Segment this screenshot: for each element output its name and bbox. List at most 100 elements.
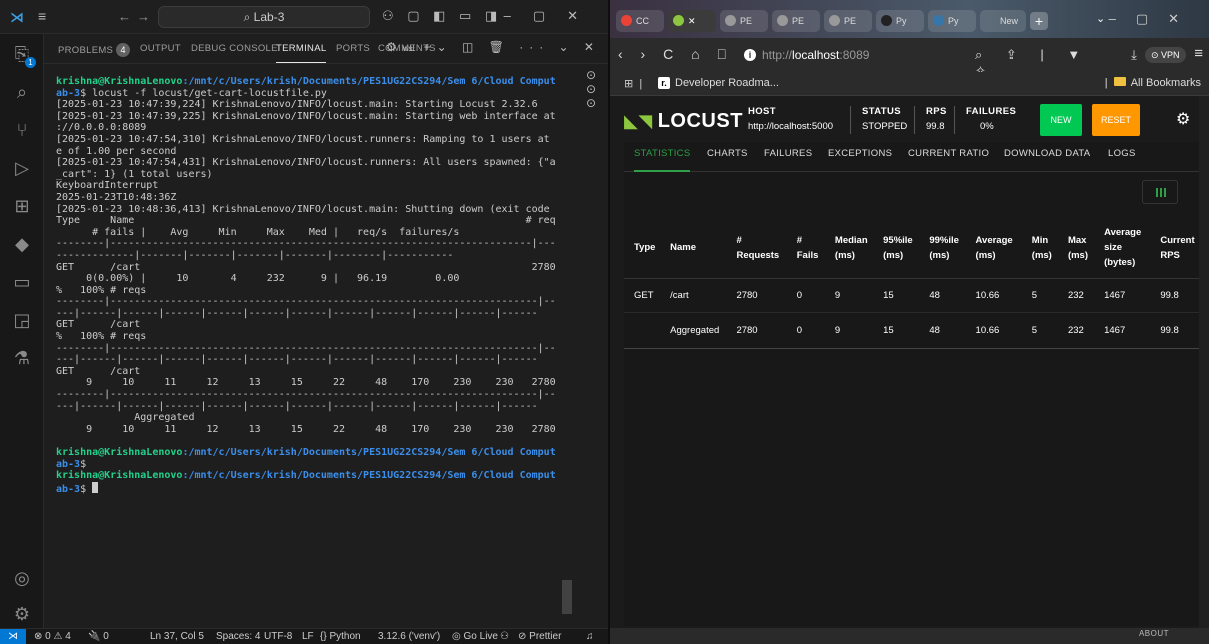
tab-charts[interactable]: CHARTS [707,148,748,159]
browser-tab[interactable]: PE [772,10,820,32]
about-link[interactable]: ABOUT [1139,629,1169,638]
hamburger-menu-icon[interactable]: ≡ [38,8,46,24]
tab-problems[interactable]: PROBLEMS 4 [58,43,131,57]
site-info-icon[interactable]: i [744,49,756,61]
accounts-icon[interactable]: ◎ [10,566,34,590]
settings-gear-icon[interactable]: ⚙ [10,602,34,626]
col-header[interactable]: Average size (bytes) [1094,218,1151,279]
run-debug-icon[interactable]: ▷ [10,156,34,180]
all-bookmarks-button[interactable]: | All Bookmarks [1105,77,1201,89]
panel-actions[interactable]: ⚙wsl +⌄ ◫ 🗑 ··· ⌄ ✕ [386,40,600,54]
new-test-button[interactable]: NEW [1040,104,1082,136]
apps-grid-icon[interactable]: ⊞ | [624,77,642,90]
status-python-version[interactable]: 3.12.6 ('venv') [378,631,440,642]
browser-window-controls[interactable]: –▢✕ [1109,11,1199,27]
col-header[interactable]: Name [660,218,727,279]
browser-tab[interactable]: Py [876,10,924,32]
col-header[interactable]: 95%ile (ms) [873,218,920,279]
address-bar[interactable]: http://localhost:8089 [762,48,869,62]
browser-tab[interactable]: CC [616,10,664,32]
col-header[interactable]: Type [624,218,661,279]
command-center-search[interactable]: ⌕ Lab-3 [158,6,370,28]
tab-exceptions[interactable]: EXCEPTIONS [828,148,892,159]
terminal-line: Aggregated [56,412,195,424]
status-ports[interactable]: 🔌 0 [88,631,109,642]
tab-statistics[interactable]: STATISTICS [634,148,691,172]
explorer-icon[interactable]: ⎘ [10,42,36,68]
col-header[interactable]: # Requests [726,218,787,279]
prompt-user: krishna@KrishnaLenovo [56,447,183,458]
status-spaces[interactable]: Spaces: 4 [216,631,260,642]
status-prettier[interactable]: ⊘ Prettier [518,631,561,642]
terminal-cursor [92,481,99,493]
new-tab-button[interactable]: + [1030,12,1048,30]
tab-logs[interactable]: LOGS [1108,148,1136,159]
vpn-button[interactable]: ⊙ VPN [1145,47,1186,63]
cell: 5 [1021,312,1058,349]
testing-icon[interactable]: ⚗ [10,346,34,370]
tab-terminal[interactable]: TERMINAL [276,43,327,63]
col-header[interactable]: Current RPS [1150,218,1199,279]
locust-tabs: STATISTICS CHARTS FAILURES EXCEPTIONS CU… [624,146,1199,172]
browser-tab-active[interactable]: ✕ [668,10,716,32]
tab-download-data[interactable]: DOWNLOAD DATA [1004,148,1090,159]
browser-tab[interactable]: Py [928,10,976,32]
page-favicon-icon [725,15,736,26]
browser-tab[interactable]: PE [720,10,768,32]
search-icon[interactable]: ⌕ [10,80,34,104]
status-copilot-icon[interactable]: ⚇ [500,631,509,642]
terminal-line: --------|-------------------------------… [56,389,556,401]
status-position[interactable]: Ln 37, Col 5 [150,631,204,642]
header-divider [850,106,851,134]
page-scrollbar[interactable] [1199,96,1209,628]
status-encoding[interactable]: UTF-8 [264,631,292,642]
col-header[interactable]: Average (ms) [965,218,1022,279]
terminal-line: 9 10 11 12 13 15 22 48 170 230 230 2780 [56,423,556,435]
status-problems[interactable]: ⊗ 0 ⚠ 4 [34,631,71,642]
status-golive[interactable]: ◎ Go Live [452,631,498,642]
tab-failures[interactable]: FAILURES [764,148,812,159]
settings-gear-icon[interactable]: ⚙ [1176,109,1190,129]
col-header[interactable]: # Fails [786,218,825,279]
live-share-icon[interactable]: ◲ [10,308,34,332]
tab-ports[interactable]: PORTS [336,43,370,54]
column-selector-button[interactable] [1142,180,1178,204]
reset-button[interactable]: RESET [1092,104,1140,136]
window-controls[interactable]: –▢✕ [504,8,600,24]
remote-indicator-icon[interactable]: ⋊ [0,629,26,644]
locust-logo[interactable]: ◣◥ LOCUST [624,110,743,133]
remote-explorer-icon[interactable]: ▭ [10,270,34,294]
col-header[interactable]: Max (ms) [1057,218,1095,279]
terminal-line: % 100% # reqs [56,284,147,296]
terminal-side-icons[interactable]: ⊙ ⊙ ⊙ [586,68,600,110]
extensions-icon[interactable]: ⊞ [10,194,34,218]
browser-nav-buttons[interactable]: ‹ › C ⌂ ⎕ [618,46,733,63]
layout-toggle-icons[interactable]: ⚇ ▢ ◧ ▭ ◨ [382,8,502,24]
browser-menu-icon[interactable]: ≡ [1194,45,1203,62]
tab-current-ratio[interactable]: CURRENT RATIO [908,148,989,159]
terminal-line: ---|------|------|------|------|------|-… [56,307,538,319]
notifications-icon[interactable]: ♫ [586,631,594,642]
col-header[interactable]: Min (ms) [1021,218,1058,279]
col-header[interactable]: Median (ms) [824,218,874,279]
cell: 48 [919,278,966,313]
gmail-favicon-icon [621,15,632,26]
tab-list-chevron-icon[interactable]: ⌄ [1096,12,1105,25]
browser-tab[interactable]: PE [824,10,872,32]
browser-window: CC ✕ PE PE PE Py Py New Ta + ⌄ –▢✕ ‹ › C… [610,0,1209,644]
back-forward-icons[interactable]: ←→ [118,9,156,24]
terminal-scrollbar[interactable] [562,580,572,614]
source-control-icon[interactable]: ⑂ [10,118,34,142]
browser-tab[interactable]: New Ta [980,10,1026,32]
tab-debug-console[interactable]: DEBUG CONSOLE [191,43,278,54]
host-label: HOST [748,106,776,117]
status-eol[interactable]: LF [302,631,314,642]
docker-icon[interactable]: ◆ [10,232,34,256]
github-favicon-icon [881,15,892,26]
col-header[interactable]: 99%ile (ms) [919,218,966,279]
status-language[interactable]: {} Python [320,631,361,642]
tab-output[interactable]: OUTPUT [140,43,181,54]
cell: 0 [786,312,825,349]
bookmark-developer-roadmap[interactable]: r. Developer Roadma... [658,77,779,89]
terminal-output[interactable]: krishna@KrishnaLenovo:/mnt/c/Users/krish… [56,76,556,621]
